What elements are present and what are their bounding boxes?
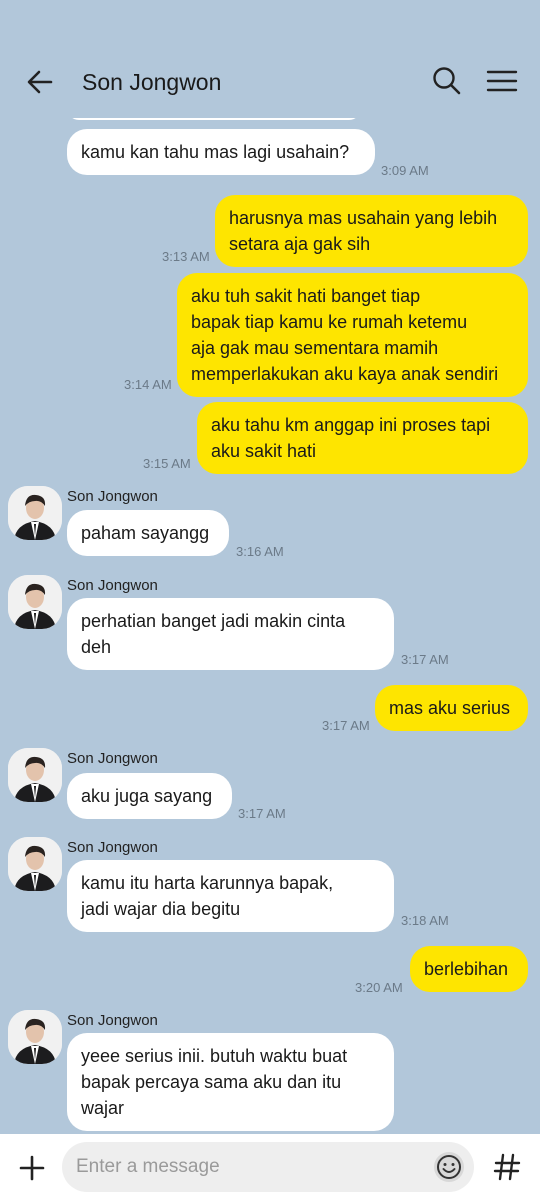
message-time: 3:17 AM <box>322 718 370 733</box>
message-time: 3:17 AM <box>238 806 286 821</box>
message-time: 3:20 AM <box>355 980 403 995</box>
sender-name: Son Jongwon <box>67 750 158 767</box>
message-time: 3:15 AM <box>143 456 191 471</box>
message-bubble-outgoing[interactable]: harusnya mas usahain yang lebih setara a… <box>215 195 528 267</box>
message-input[interactable] <box>62 1142 474 1192</box>
message-time: 3:16 AM <box>236 544 284 559</box>
message-bubble-incoming[interactable]: perhatian banget jadi makin cinta deh <box>67 598 394 670</box>
message-bubble-incoming[interactable]: kamu kan tahu mas lagi usahain? <box>67 129 375 175</box>
chat-title: Son Jongwon <box>82 69 222 95</box>
plus-icon[interactable] <box>14 1150 50 1186</box>
message-list[interactable]: kamu kan tahu mas lagi usahain? 3:09 AM … <box>0 0 540 1134</box>
contact-avatar[interactable] <box>8 837 62 891</box>
message-bubble-outgoing[interactable]: mas aku serius <box>375 685 528 731</box>
search-icon[interactable] <box>430 64 464 98</box>
emoji-icon[interactable] <box>432 1150 466 1184</box>
contact-avatar[interactable] <box>8 486 62 540</box>
contact-avatar[interactable] <box>8 575 62 629</box>
message-bubble-outgoing[interactable]: aku tahu km anggap ini proses tapi aku s… <box>197 402 528 474</box>
message-bubble-incoming[interactable]: kamu itu harta karunnya bapak, jadi waja… <box>67 860 394 932</box>
message-time: 3:14 AM <box>124 377 172 392</box>
message-time: 3:13 AM <box>162 249 210 264</box>
message-time: 3:18 AM <box>401 913 449 928</box>
sender-name: Son Jongwon <box>67 839 158 856</box>
contact-avatar[interactable] <box>8 748 62 802</box>
hash-icon[interactable] <box>486 1146 528 1188</box>
message-bubble-outgoing[interactable]: aku tuh sakit hati banget tiap bapak tia… <box>177 273 528 397</box>
contact-avatar[interactable] <box>8 1010 62 1064</box>
arrow-left-icon[interactable] <box>22 64 58 100</box>
menu-icon[interactable] <box>484 64 520 98</box>
sender-name: Son Jongwon <box>67 1012 158 1029</box>
message-time: 3:17 AM <box>401 652 449 667</box>
chat-header: Son Jongwon <box>0 0 540 118</box>
message-bubble-incoming[interactable]: yeee serius inii. butuh waktu buat bapak… <box>67 1033 394 1131</box>
sender-name: Son Jongwon <box>67 577 158 594</box>
message-bubble-outgoing[interactable]: berlebihan <box>410 946 528 992</box>
message-bubble-incoming[interactable]: aku juga sayang <box>67 773 232 819</box>
message-bubble-incoming[interactable]: paham sayangg <box>67 510 229 556</box>
message-time: 3:09 AM <box>381 163 429 178</box>
sender-name: Son Jongwon <box>67 488 158 505</box>
